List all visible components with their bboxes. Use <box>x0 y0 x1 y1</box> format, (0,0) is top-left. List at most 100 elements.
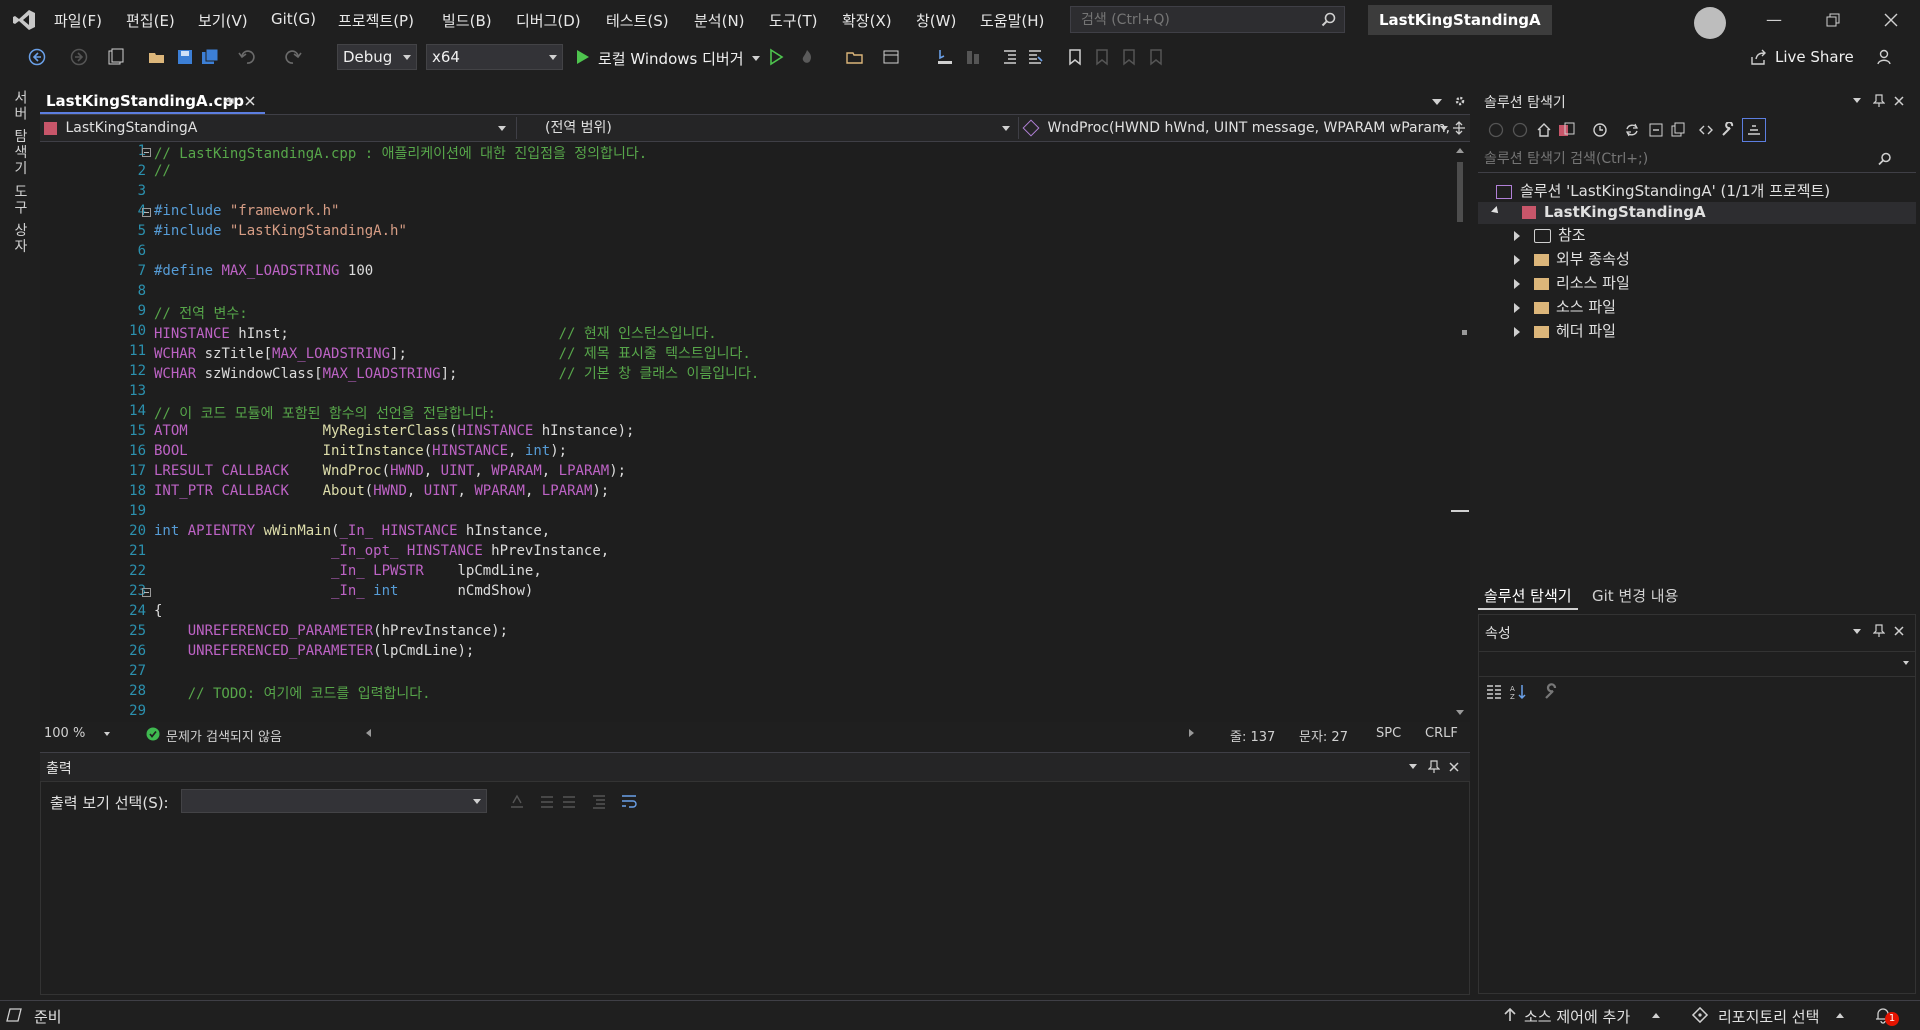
global-search[interactable] <box>1070 6 1345 33</box>
collapse-region-icon[interactable] <box>142 208 151 217</box>
new-project-icon[interactable] <box>107 48 125 66</box>
open-folder-icon[interactable] <box>148 48 166 66</box>
node-resource-files[interactable]: 리소스 파일 <box>1514 272 1630 294</box>
props-dropdown-icon[interactable] <box>1853 629 1861 634</box>
menu-debug[interactable]: 디버그(D) <box>516 10 581 31</box>
add-to-source-control[interactable]: 소스 제어에 추가 <box>1524 1006 1630 1027</box>
next-message-icon[interactable] <box>561 793 577 809</box>
switch-views-icon[interactable] <box>1558 122 1576 138</box>
undo-icon[interactable] <box>238 48 256 66</box>
menu-tools[interactable]: 도구(T) <box>769 10 817 31</box>
code-line[interactable]: 10 HINSTANCE hInst; // 현재 인스턴스입니다. <box>40 323 1440 343</box>
code-line[interactable]: 4 #include "framework.h" <box>40 203 1440 223</box>
feedback-icon[interactable] <box>1876 48 1894 66</box>
code-line[interactable]: 25 UNREFERENCED_PARAMETER(hPrevInstance)… <box>40 623 1440 643</box>
close-window-icon[interactable] <box>1881 10 1901 30</box>
output-content[interactable]: 출력 보기 선택(S): <box>40 781 1470 995</box>
props-close-icon[interactable] <box>1893 625 1905 637</box>
line-ending-indicator[interactable]: CRLF <box>1425 726 1458 741</box>
minimize-icon[interactable]: — <box>1764 10 1784 30</box>
collapsed-arrow-icon[interactable] <box>1514 326 1520 337</box>
code-line[interactable]: 21 _In_opt_ HINSTANCE hPrevInstance, <box>40 543 1440 563</box>
node-source-files[interactable]: 소스 파일 <box>1514 296 1616 318</box>
show-all-files-icon[interactable] <box>1670 122 1686 138</box>
clear-bookmarks-icon[interactable] <box>1147 48 1165 66</box>
word-wrap-icon[interactable] <box>621 793 637 809</box>
code-line[interactable]: 28 // TODO: 여기에 코드를 입력합니다. <box>40 683 1440 703</box>
output-dropdown-icon[interactable] <box>1409 764 1417 769</box>
output-source-select[interactable] <box>181 789 487 813</box>
scroll-up-icon[interactable] <box>1456 148 1464 153</box>
zoom-level[interactable]: 100 % <box>44 726 85 741</box>
code-line[interactable]: 19 <box>40 503 1440 523</box>
sync-icon[interactable] <box>1624 122 1640 138</box>
code-line[interactable]: 29 <box>40 703 1440 722</box>
hscroll-right-icon[interactable] <box>1189 729 1194 737</box>
home-icon[interactable] <box>1536 122 1552 138</box>
node-external-dependencies[interactable]: 외부 종속성 <box>1514 248 1630 270</box>
collapse-region-icon[interactable] <box>142 588 151 597</box>
account-avatar[interactable] <box>1694 7 1726 39</box>
forward-icon[interactable] <box>70 48 88 66</box>
menu-build[interactable]: 빌드(B) <box>442 10 492 31</box>
select-repository[interactable]: 리포지토리 선택 <box>1718 1006 1819 1027</box>
menu-window[interactable]: 창(W) <box>916 10 956 31</box>
issues-status[interactable]: 문제가 검색되지 않음 <box>166 726 282 745</box>
code-line[interactable]: 2 // <box>40 163 1440 183</box>
diagnostic-icon[interactable] <box>964 48 982 66</box>
output-pin-icon[interactable] <box>1428 760 1440 774</box>
live-share-button[interactable]: Live Share <box>1775 48 1854 66</box>
hscroll-left-icon[interactable] <box>366 729 371 737</box>
code-line[interactable]: 27 <box>40 663 1440 683</box>
redo-icon[interactable] <box>284 48 302 66</box>
menu-help[interactable]: 도움말(H) <box>980 10 1044 31</box>
settings-gear-icon[interactable] <box>1453 94 1467 108</box>
output-close-icon[interactable] <box>1448 761 1460 773</box>
code-line[interactable]: 9 // 전역 변수: <box>40 303 1440 323</box>
categorized-icon[interactable] <box>1485 683 1503 701</box>
code-line[interactable]: 3 <box>40 183 1440 203</box>
next-bookmark-icon[interactable] <box>1120 48 1138 66</box>
hot-reload-icon[interactable] <box>798 48 816 66</box>
property-pages-icon[interactable] <box>1543 683 1561 701</box>
sol-back-icon[interactable] <box>1488 122 1504 138</box>
live-share-icon[interactable] <box>1750 48 1768 66</box>
member-combo[interactable]: WndProc(HWND hWnd, UINT message, WPARAM … <box>1018 117 1452 139</box>
document-tab[interactable]: LastKingStandingA.cpp <box>40 88 265 114</box>
menu-git[interactable]: Git(G) <box>271 10 316 28</box>
project-combo[interactable]: LastKingStandingA <box>44 117 510 139</box>
code-line[interactable]: 17 LRESULT CALLBACK WndProc(HWND, UINT, W… <box>40 463 1440 483</box>
node-header-files[interactable]: 헤더 파일 <box>1514 320 1616 342</box>
step-into-icon[interactable] <box>936 48 954 66</box>
menu-analyze[interactable]: 분석(N) <box>694 10 745 31</box>
menu-file[interactable]: 파일(F) <box>54 10 102 31</box>
prev-message-icon[interactable] <box>539 793 555 809</box>
scope-combo[interactable]: (전역 범위) <box>516 117 1014 139</box>
find-message-icon[interactable] <box>509 793 525 809</box>
save-all-icon[interactable] <box>201 48 219 66</box>
back-icon[interactable] <box>28 48 46 66</box>
pending-changes-icon[interactable] <box>1592 122 1608 138</box>
code-line[interactable]: 8 <box>40 283 1440 303</box>
code-line[interactable]: 12 WCHAR szWindowClass[MAX_LOADSTRING]; /… <box>40 363 1440 383</box>
code-line[interactable]: 13 <box>40 383 1440 403</box>
browse-folder-icon[interactable] <box>846 48 864 66</box>
solution-search-box[interactable] <box>1478 148 1916 173</box>
tab-overflow-icon[interactable] <box>1432 99 1442 105</box>
comment-out-icon[interactable] <box>1001 48 1019 66</box>
start-debugging-icon[interactable] <box>574 48 592 66</box>
pin-icon[interactable] <box>222 95 234 107</box>
server-explorer-tab[interactable]: 서버 탐색기 <box>10 90 30 176</box>
collapsed-arrow-icon[interactable] <box>1514 302 1520 313</box>
code-line[interactable]: 16 BOOL InitInstance(HINSTANCE, int); <box>40 443 1440 463</box>
code-editor[interactable]: 1 // LastKingStandingA.cpp : 애플리케이션에 대한 진… <box>40 142 1450 722</box>
toolbox-tab[interactable]: 도구 상자 <box>10 184 30 254</box>
view-code-icon[interactable] <box>1698 122 1714 138</box>
global-search-input[interactable] <box>1079 11 1313 29</box>
code-line[interactable]: 7 #define MAX_LOADSTRING 100 <box>40 263 1440 283</box>
project-node[interactable]: LastKingStandingA <box>1478 202 1916 224</box>
save-icon[interactable] <box>176 48 194 66</box>
char-indicator[interactable]: 문자: 27 <box>1299 726 1348 745</box>
code-line[interactable]: 15 ATOM MyRegisterClass(HINSTANCE hInstan… <box>40 423 1440 443</box>
prev-bookmark-icon[interactable] <box>1093 48 1111 66</box>
